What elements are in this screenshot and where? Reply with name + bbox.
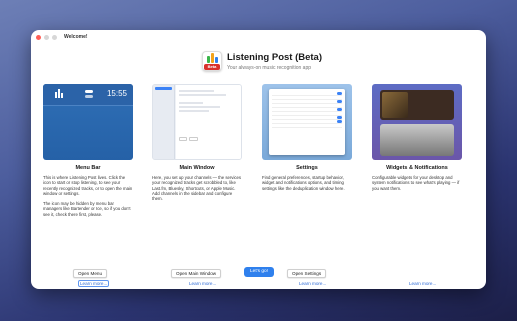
welcome-window: Welcome! Beta Listening Post (Beta) Your… bbox=[31, 30, 486, 289]
widgets-screenshot bbox=[372, 84, 462, 160]
menu-bar-column: 15:55 Menu Bar This is where Listening P… bbox=[43, 84, 133, 217]
toggle-icon bbox=[85, 90, 93, 98]
menu-bar-clock: 15:55 bbox=[106, 89, 127, 98]
lets-go-button[interactable]: Let's go! bbox=[244, 267, 274, 277]
widgets-description: Configurable widgets for your desktop an… bbox=[372, 175, 460, 191]
main-window-column: Main Window Here, you set up your channe… bbox=[152, 84, 242, 201]
main-window-learn-more-link[interactable]: Learn more... bbox=[189, 281, 216, 286]
settings-title: Settings bbox=[296, 165, 318, 171]
widgets-title: Widgets & Notifications bbox=[386, 165, 448, 171]
window-title: Welcome! bbox=[64, 34, 88, 40]
widgets-column: Widgets & Notifications Configurable wid… bbox=[372, 84, 462, 191]
open-main-window-button[interactable]: Open Main Window bbox=[171, 269, 222, 278]
menu-bar-description: This is where Listening Post lives. Clic… bbox=[43, 175, 133, 196]
settings-learn-more-link[interactable]: Learn more... bbox=[299, 281, 326, 286]
now-playing-widget bbox=[380, 90, 454, 120]
listening-post-menu-icon bbox=[55, 89, 63, 98]
main-window-screenshot bbox=[152, 84, 242, 160]
zoom-window-button[interactable] bbox=[52, 34, 57, 40]
title-bar: Welcome! bbox=[31, 30, 486, 44]
settings-description: Find general preferences, startup behavi… bbox=[262, 175, 345, 191]
close-window-button[interactable] bbox=[36, 34, 41, 40]
open-menu-button[interactable]: Open Menu bbox=[73, 269, 108, 278]
open-settings-button[interactable]: Open Settings bbox=[287, 269, 327, 278]
menu-bar-screenshot: 15:55 bbox=[43, 84, 133, 160]
menu-bar-note: The icon may be hidden by menu bar manag… bbox=[43, 201, 131, 217]
app-icon: Beta bbox=[202, 51, 222, 71]
app-header: Beta Listening Post (Beta) Your always-o… bbox=[202, 51, 322, 71]
feature-columns: 15:55 Menu Bar This is where Listening P… bbox=[39, 84, 479, 254]
beta-badge: Beta bbox=[204, 64, 220, 70]
app-title: Listening Post (Beta) bbox=[227, 51, 323, 63]
settings-column: Settings Find general preferences, start… bbox=[262, 84, 352, 191]
settings-screenshot bbox=[262, 84, 352, 160]
widgets-learn-more-link[interactable]: Learn more... bbox=[409, 281, 436, 286]
menu-bar-title: Menu Bar bbox=[75, 165, 101, 171]
main-window-description: Here, you set up your channels — the ser… bbox=[152, 175, 242, 202]
minimize-window-button[interactable] bbox=[44, 34, 49, 40]
main-window-title: Main Window bbox=[179, 165, 215, 171]
app-subtitle: Your always-on music recognition app bbox=[227, 64, 312, 71]
album-widget bbox=[380, 124, 454, 156]
menu-bar-learn-more-link[interactable]: Learn more... bbox=[77, 280, 110, 287]
